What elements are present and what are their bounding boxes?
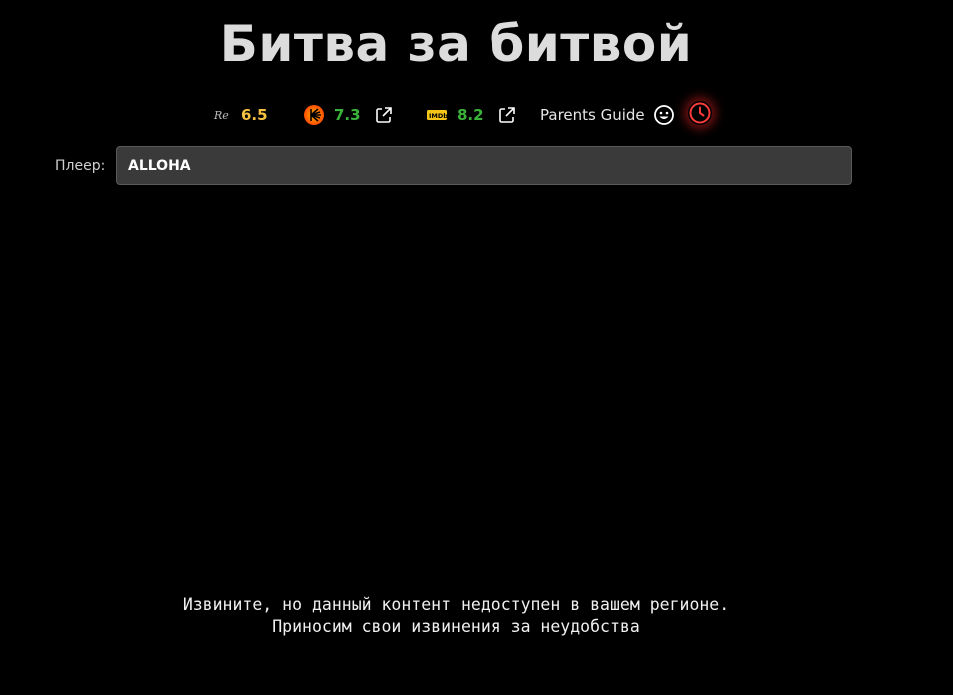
message-line-2: Приносим свои извинения за неудобства [272, 617, 640, 636]
ratings-bar: Re 6.5 7.3 IMDb 8.2 Parents Guide [0, 101, 953, 129]
external-link-icon[interactable] [375, 106, 393, 124]
external-link-icon[interactable] [498, 106, 516, 124]
svg-text:IMDb: IMDb [429, 112, 447, 120]
player-label: Плеер: [55, 158, 106, 174]
rating-rezka-value: 6.5 [241, 106, 268, 124]
rating-rezka: Re 6.5 [213, 101, 268, 129]
parents-guide-link[interactable]: Parents Guide [540, 101, 675, 129]
player-select[interactable]: ALLOHA [116, 146, 852, 185]
kinopoisk-logo-icon [303, 104, 325, 126]
rating-imdb-value: 8.2 [457, 106, 484, 124]
parents-guide-label: Parents Guide [540, 106, 645, 124]
rating-imdb: IMDb 8.2 [427, 101, 516, 129]
svg-text:Re: Re [213, 109, 229, 122]
message-line-1: Извините, но данный контент недоступен в… [182, 595, 730, 614]
clock-icon[interactable] [688, 101, 712, 125]
page: Битва за битвой Re 6.5 7.3 IMDb 8.2 Pare… [0, 0, 953, 695]
rating-kinopoisk: 7.3 [303, 101, 393, 129]
smile-icon [653, 104, 675, 126]
rezka-logo-icon: Re [213, 107, 229, 123]
player-selected-value: ALLOHA [128, 157, 191, 174]
imdb-logo-icon: IMDb [427, 109, 447, 121]
region-unavailable-message: Извините, но данный контент недоступен в… [0, 594, 912, 638]
rating-kinopoisk-value: 7.3 [334, 106, 361, 124]
page-title: Битва за битвой [219, 15, 693, 73]
